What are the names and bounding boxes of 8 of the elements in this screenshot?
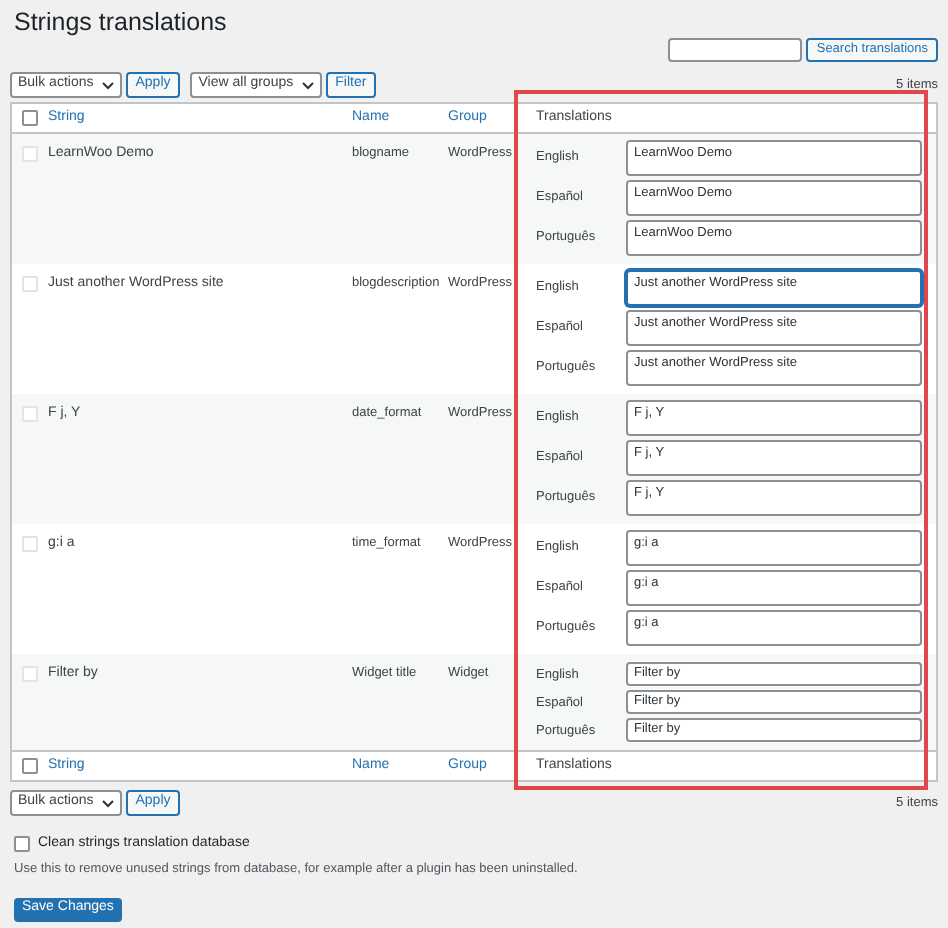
chevron-down-icon <box>101 81 114 89</box>
chevron-down-icon <box>301 81 314 89</box>
page-title: Strings translations <box>12 6 229 38</box>
checkbox[interactable] <box>22 758 38 774</box>
checkbox[interactable] <box>14 836 30 853</box>
search-field[interactable] <box>668 38 803 62</box>
chevron-down-icon <box>101 799 114 807</box>
checkbox[interactable] <box>22 110 38 126</box>
